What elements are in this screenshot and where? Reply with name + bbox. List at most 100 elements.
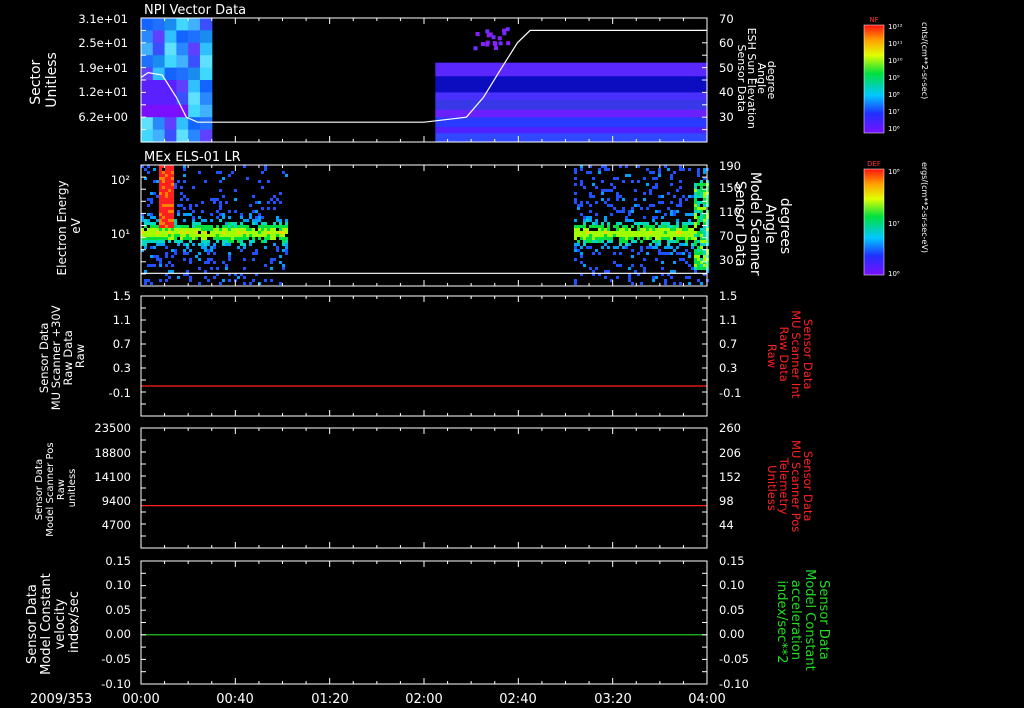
spectrogram-cell	[201, 243, 204, 246]
spectrogram-cell	[153, 240, 156, 243]
spectrogram-cell	[582, 231, 586, 234]
spectrogram-cell	[693, 243, 697, 246]
spectrogram-cell	[171, 192, 174, 195]
spectrogram-cell	[693, 189, 697, 192]
spectrogram-cell	[164, 117, 177, 131]
spectrogram-cell	[219, 207, 222, 210]
spectrogram-cell	[261, 225, 264, 228]
spectrogram-cell	[186, 270, 189, 273]
spectrogram-cell	[207, 225, 210, 228]
spectrogram-cell	[165, 252, 168, 255]
spectrogram-cell	[279, 231, 282, 234]
tick-label: 260	[719, 421, 741, 435]
spectrogram-cell	[660, 237, 664, 240]
spectrogram-cell	[249, 234, 252, 237]
spectrogram-cell	[162, 204, 165, 207]
spectrogram-cell	[237, 234, 240, 237]
spectrogram-cell	[624, 243, 628, 246]
spectrogram-cell	[164, 55, 177, 69]
spectrogram-cell	[199, 30, 213, 44]
spectrogram-cell	[621, 207, 625, 210]
spectrogram-cell	[681, 231, 685, 234]
tick-label: 70	[719, 12, 734, 26]
colorbar-def-gradient	[863, 168, 885, 276]
spectrogram-cell	[699, 252, 703, 255]
spectrogram-cell	[696, 195, 700, 198]
spectrogram-cell	[240, 237, 243, 240]
spectrogram-cell	[237, 246, 240, 249]
spectrogram-cell	[258, 180, 261, 183]
spectrogram-cell	[684, 228, 688, 231]
spectrogram-cell	[684, 225, 688, 228]
spectrogram-cell	[696, 201, 700, 204]
spectrogram-cell	[210, 219, 213, 222]
spectrogram-cell	[285, 252, 288, 255]
spectrogram-cell	[183, 258, 186, 261]
spectrogram-cell	[153, 255, 156, 258]
spectrogram-cell	[576, 240, 580, 243]
spectrogram-cell	[219, 171, 222, 174]
colorbar-nf: NF 10¹² 10¹¹ 10¹⁰ 10⁹ 10⁸ 10⁷ 10⁶ cnts/(…	[863, 16, 929, 134]
spectrogram-cell	[591, 234, 595, 237]
spectrogram-cell	[252, 279, 255, 282]
spectrogram-cell	[591, 270, 595, 273]
spectrogram-cell	[657, 237, 661, 240]
spectrogram-cell	[672, 225, 676, 228]
spectrogram-cell	[702, 264, 706, 267]
spectrogram-cell	[147, 219, 150, 222]
ylabel-line: Unitless	[44, 52, 60, 108]
spectrogram-cell	[168, 207, 171, 210]
spectrogram-cell	[156, 228, 159, 231]
spectrogram-cell	[651, 219, 655, 222]
spectrogram-cell	[159, 210, 162, 213]
spectrogram-cell	[168, 276, 171, 279]
spectrogram-cell	[225, 234, 228, 237]
spectrogram-cell	[660, 267, 664, 270]
spectrogram-cell	[159, 234, 162, 237]
spectrogram-cell	[188, 104, 201, 118]
spectrogram-cell	[636, 237, 640, 240]
spectrogram-cell	[660, 222, 664, 225]
spectrogram-cell	[648, 237, 652, 240]
spectrogram-cell	[189, 258, 192, 261]
spectrogram-cell	[588, 195, 592, 198]
spectrogram-cell	[645, 183, 649, 186]
spectrogram-cell	[153, 180, 156, 183]
spectrogram-cell	[663, 282, 667, 285]
spectrogram-cell	[152, 92, 166, 106]
spectrogram-cell	[600, 228, 604, 231]
spectrogram-cell	[690, 228, 694, 231]
spectrogram-cell	[675, 219, 679, 222]
tick-label: 98	[719, 494, 734, 508]
spectrogram-cell	[603, 168, 607, 171]
spectrogram-cell	[186, 228, 189, 231]
spectrogram-cell	[618, 237, 622, 240]
spectrogram-cell	[162, 174, 165, 177]
spectrogram-cell	[624, 174, 628, 177]
spectrogram-cell	[168, 171, 171, 174]
panel-2-y2label: Sensor Data Model Scanner Angle degrees	[732, 172, 793, 280]
spectrogram-cell	[252, 237, 255, 240]
spectrogram-cell	[630, 282, 634, 285]
spectrogram-cell	[199, 117, 213, 131]
spectrogram-cell	[174, 237, 177, 240]
spectrogram-cell	[579, 261, 583, 264]
spectrogram-cell	[189, 234, 192, 237]
spectrogram-cell	[177, 228, 180, 231]
spectrogram-cell	[648, 243, 652, 246]
spectrogram-cell	[666, 222, 670, 225]
spectrogram-cell	[207, 261, 210, 264]
spectrogram-cell	[594, 249, 598, 252]
spectrogram-cell	[192, 219, 195, 222]
spectrogram-cell	[603, 237, 607, 240]
spectrogram-cell	[213, 237, 216, 240]
spectrogram-cell	[681, 222, 685, 225]
spectrogram-cell	[285, 231, 288, 234]
spectrogram-cell	[183, 168, 186, 171]
spectrogram-cell	[240, 234, 243, 237]
spectrogram-cell	[147, 198, 150, 201]
spectrogram-cell	[657, 210, 661, 213]
spectrogram-cell	[204, 249, 207, 252]
spectrogram-cell	[228, 225, 231, 228]
spectrogram-cell	[642, 198, 646, 201]
